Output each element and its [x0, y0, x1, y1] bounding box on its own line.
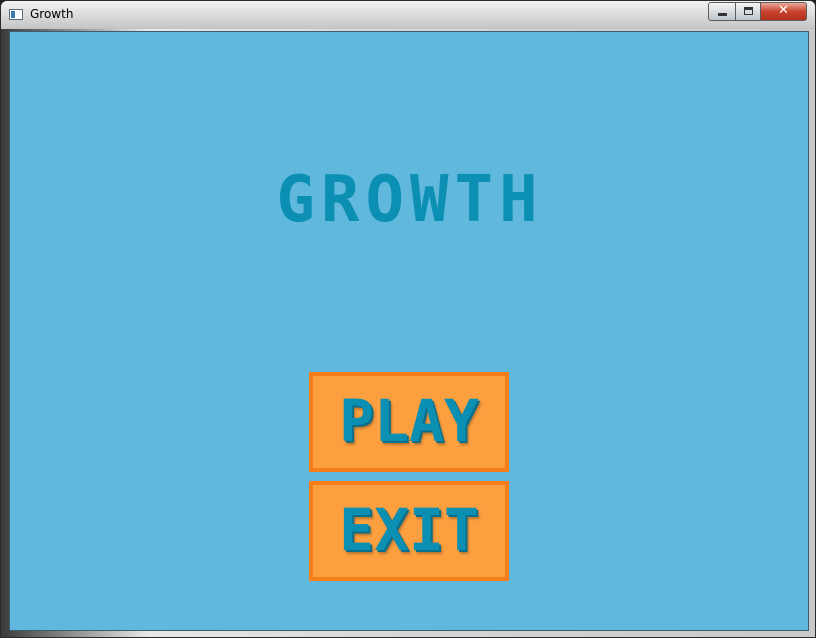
- app-window: Growth ✕ GROWTH PLAY EXIT: [0, 0, 816, 638]
- minimize-icon: [718, 13, 727, 16]
- game-canvas[interactable]: GROWTH PLAY EXIT: [9, 31, 809, 631]
- close-icon: ✕: [778, 3, 789, 18]
- app-icon: [9, 9, 23, 20]
- maximize-icon: [744, 7, 753, 15]
- game-title: GROWTH: [276, 163, 544, 237]
- maximize-button[interactable]: [735, 2, 761, 21]
- minimize-button[interactable]: [708, 2, 736, 21]
- title-bar[interactable]: Growth ✕: [1, 1, 815, 29]
- play-button[interactable]: PLAY: [309, 372, 509, 472]
- window-title: Growth: [30, 7, 74, 21]
- close-button[interactable]: ✕: [760, 2, 807, 21]
- exit-button[interactable]: EXIT: [309, 481, 509, 581]
